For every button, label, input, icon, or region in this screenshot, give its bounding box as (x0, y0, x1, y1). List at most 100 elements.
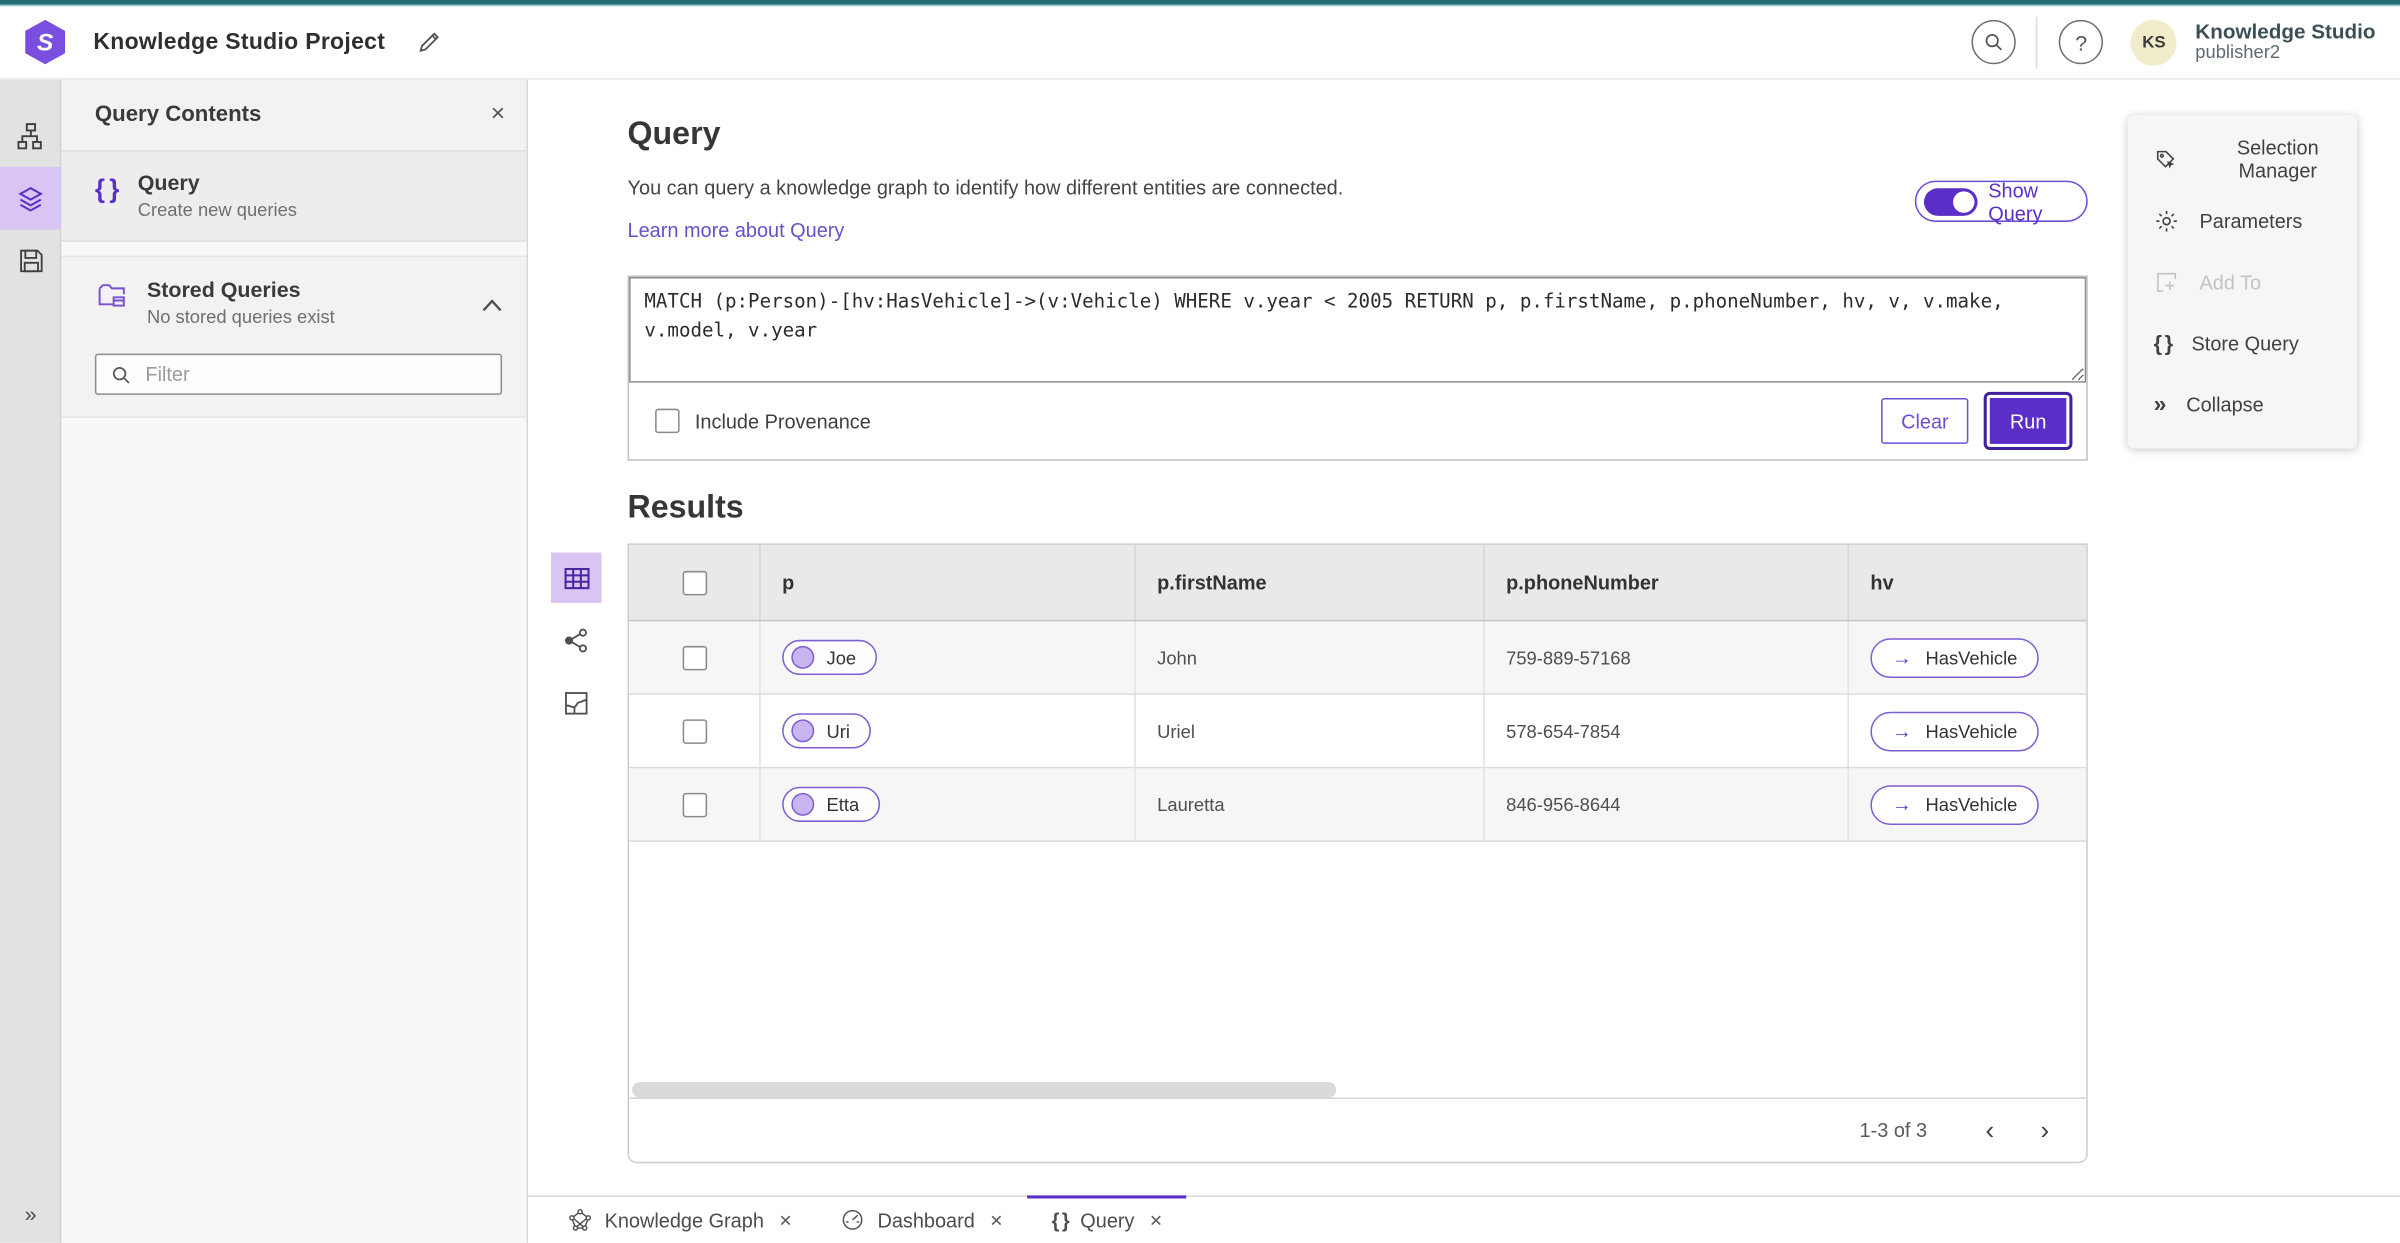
panel-close-button[interactable]: × (490, 101, 506, 128)
panel-title: Query Contents (94, 102, 262, 128)
avatar[interactable]: KS (2130, 19, 2177, 66)
app-logo[interactable]: S (23, 18, 67, 65)
arrow-right-icon: → (1891, 645, 1912, 669)
entity-node-icon (791, 645, 815, 669)
entity-pill[interactable]: Uri (782, 713, 872, 749)
row-checkbox[interactable] (681, 645, 707, 670)
results-table: p p.firstName p.phoneNumber hv Joe John … (627, 543, 2088, 1164)
table-row: Joe John 759-889-57168 → HasVehicle (629, 621, 2087, 695)
relationship-pill[interactable]: → HasVehicle (1870, 784, 2039, 825)
add-to-button: Add To (2128, 251, 2358, 312)
rail-expand-button[interactable]: » (0, 1194, 61, 1234)
relationship-pill[interactable]: → HasVehicle (1870, 710, 2039, 751)
menu-item-label: Collapse (2186, 392, 2264, 416)
relationship-label: HasVehicle (1925, 646, 2018, 669)
close-tab-icon[interactable]: × (1150, 1208, 1163, 1232)
toggle-switch[interactable] (1923, 187, 1978, 216)
stored-queries-folder-icon (98, 284, 125, 307)
filter-box (94, 353, 503, 395)
filter-input[interactable] (145, 362, 487, 386)
include-provenance-label: Include Provenance (694, 409, 871, 433)
braces-icon: { } (1051, 1208, 1070, 1232)
menu-item-label: Add To (2199, 270, 2262, 294)
tab-label: Query (1080, 1208, 1135, 1232)
include-provenance-checkbox[interactable] (655, 408, 680, 434)
column-header[interactable]: p (759, 544, 1134, 620)
relationship-pill[interactable]: → HasVehicle (1870, 637, 2039, 678)
query-contents-panel: Query Contents × { } Query Create new qu… (61, 79, 529, 1243)
knowledge-graph-icon (569, 1208, 592, 1231)
column-header[interactable]: hv (1847, 544, 2086, 620)
chevron-left-icon: ‹ (1985, 1115, 1995, 1145)
graph-network-icon (564, 628, 587, 653)
edit-project-title-button[interactable] (416, 29, 442, 55)
user-block: Knowledge Studio publisher2 (2195, 20, 2375, 65)
arrow-right-icon: → (1891, 792, 1912, 816)
graph-view-button[interactable] (551, 615, 602, 666)
stored-queries-section: Stored Queries No stored queries exist (61, 257, 526, 416)
sidebar-item-saved[interactable] (0, 230, 61, 293)
cell-firstname: Lauretta (1134, 768, 1483, 841)
gear-icon (2156, 210, 2177, 231)
entity-pill[interactable]: Joe (782, 639, 878, 675)
menu-item-label: Selection Manager (2236, 136, 2319, 183)
previous-page-button[interactable]: ‹ (1970, 1110, 2010, 1150)
table-icon (563, 567, 589, 589)
search-button[interactable] (1971, 19, 2017, 65)
select-all-checkbox[interactable] (681, 570, 707, 595)
help-button[interactable]: ? (2059, 19, 2104, 65)
table-row: Etta Lauretta 846-956-8644 → HasVehicle (629, 768, 2087, 842)
tab-dashboard[interactable]: Dashboard × (816, 1197, 1027, 1243)
map-view-button[interactable] (551, 678, 602, 729)
arrow-right-icon: → (1891, 719, 1912, 743)
menu-item-label: Parameters (2199, 208, 2303, 232)
sidebar-item-query-contents[interactable] (0, 166, 62, 230)
panel-empty-area (61, 416, 527, 1243)
collapse-menu-button[interactable]: » Collapse (2128, 373, 2358, 434)
learn-more-link[interactable]: Learn more about Query (628, 219, 845, 242)
table-header-row: p p.firstName p.phoneNumber hv (629, 544, 2087, 622)
panel-gap (61, 241, 527, 258)
row-checkbox[interactable] (681, 718, 707, 744)
top-bar: S Knowledge Studio Project ? KS Knowledg… (0, 0, 2400, 80)
sidebar-item-query[interactable]: { } Query Create new queries (61, 151, 527, 242)
entity-label: Etta (826, 793, 860, 816)
stored-queries-header[interactable]: Stored Queries No stored queries exist (95, 277, 502, 328)
store-query-button[interactable]: { } Store Query (2128, 312, 2358, 373)
product-name: Knowledge Studio (2195, 19, 2376, 43)
braces-icon: { } (94, 174, 119, 204)
column-header[interactable]: p.phoneNumber (1483, 544, 1847, 620)
close-tab-icon[interactable]: × (779, 1208, 792, 1232)
show-query-toggle[interactable]: Show Query (1914, 178, 2088, 224)
row-checkbox[interactable] (681, 792, 707, 817)
close-tab-icon[interactable]: × (990, 1208, 1003, 1232)
tab-knowledge-graph[interactable]: Knowledge Graph × (543, 1197, 816, 1243)
tab-query[interactable]: { } Query × (1027, 1195, 1188, 1243)
horizontal-scrollbar-thumb[interactable] (632, 1082, 1337, 1098)
results-view-switcher (551, 552, 602, 729)
stored-queries-sublabel: No stored queries exist (146, 306, 335, 328)
pagination-row: 1-3 of 3 ‹ › (629, 1097, 2087, 1161)
entity-pill[interactable]: Etta (782, 786, 881, 822)
clear-button[interactable]: Clear (1881, 397, 1969, 444)
query-tools-menu: Selection Manager Parameters Add To { } … (2127, 114, 2358, 449)
sidebar-item-knowledge-graph[interactable] (0, 104, 61, 167)
query-textarea[interactable]: MATCH (p:Person)-[hv:HasVehicle]->(v:Veh… (629, 277, 2087, 383)
parameters-button[interactable]: Parameters (2128, 190, 2358, 251)
run-button[interactable]: Run (1986, 394, 2070, 447)
toggle-knob (1953, 190, 1975, 212)
relationship-label: HasVehicle (1925, 720, 2018, 742)
chevron-up-icon (482, 299, 502, 312)
save-icon (19, 249, 42, 273)
column-header[interactable]: p.firstName (1134, 544, 1483, 620)
braces-icon: { } (2153, 330, 2174, 356)
table-view-button[interactable] (551, 552, 602, 604)
stored-queries-collapse-button[interactable] (482, 277, 502, 328)
next-page-button[interactable]: › (2025, 1110, 2065, 1150)
table-row: Uri Uriel 578-654-7854 → HasVehicle (629, 694, 2087, 769)
main-content: Query You can query a knowledge graph to… (528, 79, 2400, 1196)
close-icon: × (490, 101, 506, 128)
menu-item-label: Store Query (2191, 331, 2299, 355)
selection-manager-button[interactable]: Selection Manager (2128, 129, 2358, 190)
svg-text:S: S (37, 30, 54, 57)
